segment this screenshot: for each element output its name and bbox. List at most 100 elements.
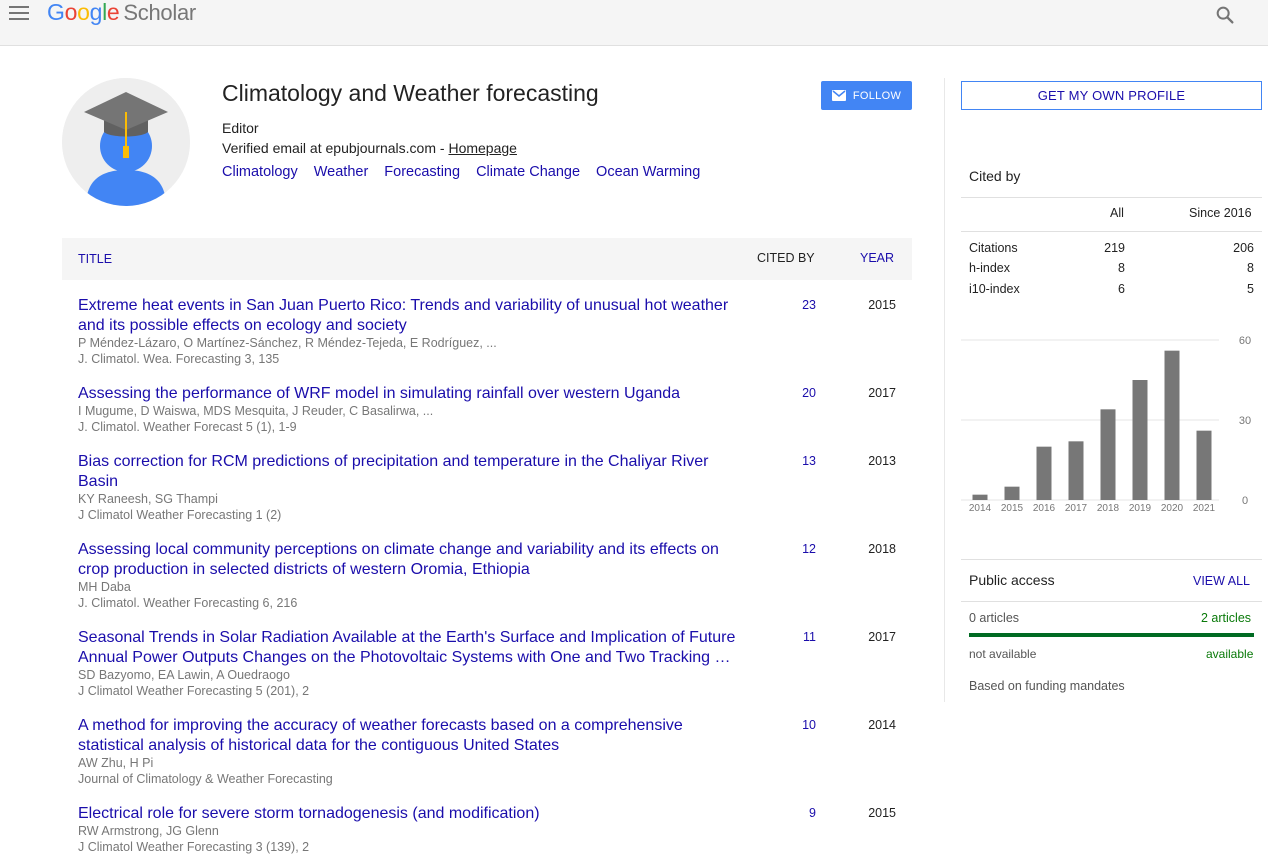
cited-by-title: Cited by xyxy=(969,168,1021,184)
stats-col-since: Since 2016 xyxy=(1189,206,1252,220)
article-title-link[interactable]: Extreme heat events in San Juan Puerto R… xyxy=(78,296,746,336)
article-venue: J. Climatol. Weather Forecasting 6, 216 xyxy=(78,596,298,610)
x-tick-label: 2014 xyxy=(969,503,992,514)
sort-by-title[interactable]: TITLE xyxy=(78,252,112,266)
stat-all-value: 6 xyxy=(1118,282,1125,296)
x-tick-label: 2019 xyxy=(1129,503,1152,514)
logo-letter: G xyxy=(47,0,65,25)
interest-link[interactable]: Climate Change xyxy=(476,164,580,180)
cited-by-link[interactable]: 13 xyxy=(802,454,816,468)
cited-by-link[interactable]: 12 xyxy=(802,542,816,556)
chart-bar[interactable] xyxy=(1004,486,1020,500)
avatar xyxy=(62,78,190,206)
stat-since-value: 206 xyxy=(1233,241,1254,255)
x-tick-label: 2016 xyxy=(1033,503,1056,514)
stat-since-value: 8 xyxy=(1247,261,1254,275)
view-all-link[interactable]: VIEW ALL xyxy=(1193,574,1250,588)
cited-by-link[interactable]: 11 xyxy=(803,630,816,644)
interests-list: Climatology Weather Forecasting Climate Cha… xyxy=(222,164,716,180)
top-bar: Google Scholar xyxy=(0,0,1268,46)
interest-link[interactable]: Ocean Warming xyxy=(596,164,700,180)
article-authors: SD Bazyomo, EA Lawin, A Ouedraogo xyxy=(78,668,290,682)
article-title-link[interactable]: Assessing the performance of WRF model i… xyxy=(78,384,746,404)
available-label: available xyxy=(1206,647,1254,661)
x-tick-label: 2020 xyxy=(1161,503,1184,514)
follow-button[interactable]: FOLLOW xyxy=(821,81,912,110)
mail-icon xyxy=(831,90,846,101)
article-title-link[interactable]: Electrical role for severe storm tornado… xyxy=(78,804,746,824)
chart-bar[interactable] xyxy=(1068,441,1084,500)
article-authors: AW Zhu, H Pi xyxy=(78,756,154,770)
available-count-link[interactable]: 2 articles xyxy=(1201,611,1251,625)
google-wordmark: Google xyxy=(47,0,120,25)
divider xyxy=(961,559,1262,560)
interest-link[interactable]: Weather xyxy=(314,164,369,180)
cited-by-link[interactable]: 20 xyxy=(802,386,816,400)
x-tick-label: 2021 xyxy=(1193,503,1216,514)
sort-by-year[interactable]: YEAR xyxy=(860,251,894,265)
y-tick-label: 0 xyxy=(1242,495,1248,507)
article-year: 2017 xyxy=(868,386,896,400)
graduate-avatar-icon xyxy=(62,78,190,206)
search-icon[interactable] xyxy=(1214,4,1236,26)
stat-since-value: 5 xyxy=(1247,282,1254,296)
article-venue: J. Climatol. Wea. Forecasting 3, 135 xyxy=(78,352,280,366)
chart-bar[interactable] xyxy=(1100,409,1116,500)
y-tick-label: 30 xyxy=(1239,415,1251,427)
public-access-bar xyxy=(969,633,1254,637)
not-available-count: 0 articles xyxy=(969,611,1020,625)
homepage-link[interactable]: Homepage xyxy=(448,140,517,156)
article-year: 2018 xyxy=(868,542,896,556)
stat-all-value: 8 xyxy=(1118,261,1125,275)
article-venue: J Climatol Weather Forecasting 1 (2) xyxy=(78,508,282,522)
chart-bar[interactable] xyxy=(972,494,988,500)
stats-col-all: All xyxy=(1110,206,1124,220)
article-year: 2015 xyxy=(868,298,896,312)
public-access-title: Public access xyxy=(969,572,1055,588)
logo-letter: e xyxy=(106,0,120,25)
x-tick-label: 2017 xyxy=(1065,503,1088,514)
article-authors: I Mugume, D Waiswa, MDS Mesquita, J Reud… xyxy=(78,404,434,418)
stat-all-value: 219 xyxy=(1104,241,1125,255)
profile-affiliation: Editor xyxy=(222,120,259,136)
divider xyxy=(961,601,1262,602)
logo-letter: o xyxy=(77,0,90,25)
logo-letter: g xyxy=(89,0,103,25)
article-year: 2013 xyxy=(868,454,896,468)
article-authors: P Méndez-Lázaro, O Martínez-Sánchez, R M… xyxy=(78,336,497,350)
chart-bar[interactable] xyxy=(1196,430,1212,500)
menu-icon[interactable] xyxy=(9,6,29,20)
google-scholar-logo[interactable]: Google Scholar xyxy=(47,0,196,26)
cited-by-link[interactable]: 10 xyxy=(802,718,816,732)
cited-by-link[interactable]: 9 xyxy=(809,806,816,820)
article-title-link[interactable]: Seasonal Trends in Solar Radiation Avail… xyxy=(78,628,746,668)
article-year: 2017 xyxy=(868,630,896,644)
chart-bar[interactable] xyxy=(1036,446,1052,500)
divider xyxy=(961,197,1262,198)
profile-email: Verified email at epubjournals.com - Hom… xyxy=(222,140,517,156)
article-authors: KY Raneesh, SG Thampi xyxy=(78,492,218,506)
interest-link[interactable]: Climatology xyxy=(222,164,298,180)
chart-bar[interactable] xyxy=(1164,350,1180,500)
x-tick-label: 2018 xyxy=(1097,503,1120,514)
interest-link[interactable]: Forecasting xyxy=(384,164,460,180)
article-title-link[interactable]: Assessing local community perceptions on… xyxy=(78,540,746,580)
article-authors: MH Daba xyxy=(78,580,131,594)
stat-label: i10-index xyxy=(969,282,1020,296)
article-year: 2015 xyxy=(868,806,896,820)
cited-by-link[interactable]: 23 xyxy=(802,298,816,312)
follow-label: FOLLOW xyxy=(852,89,902,102)
article-title-link[interactable]: A method for improving the accuracy of w… xyxy=(78,716,746,756)
not-available-label: not available xyxy=(969,647,1037,661)
chart-bar[interactable] xyxy=(1132,380,1148,500)
stat-label: h-index xyxy=(969,261,1010,275)
article-venue: Journal of Climatology & Weather Forecas… xyxy=(78,772,333,786)
scholar-wordmark: Scholar xyxy=(123,0,196,25)
get-my-own-profile-button[interactable]: GET MY OWN PROFILE xyxy=(961,81,1262,110)
email-text: Verified email at epubjournals.com - xyxy=(222,140,449,156)
logo-letter: o xyxy=(64,0,78,25)
divider xyxy=(961,231,1262,232)
citations-per-year-chart: 0 30 60 2014 2015 2016 2017 2018 2019 2020 2021 xyxy=(961,335,1251,514)
article-title-link[interactable]: Bias correction for RCM predictions of p… xyxy=(78,452,746,492)
stat-label[interactable]: Citations xyxy=(969,241,1018,255)
